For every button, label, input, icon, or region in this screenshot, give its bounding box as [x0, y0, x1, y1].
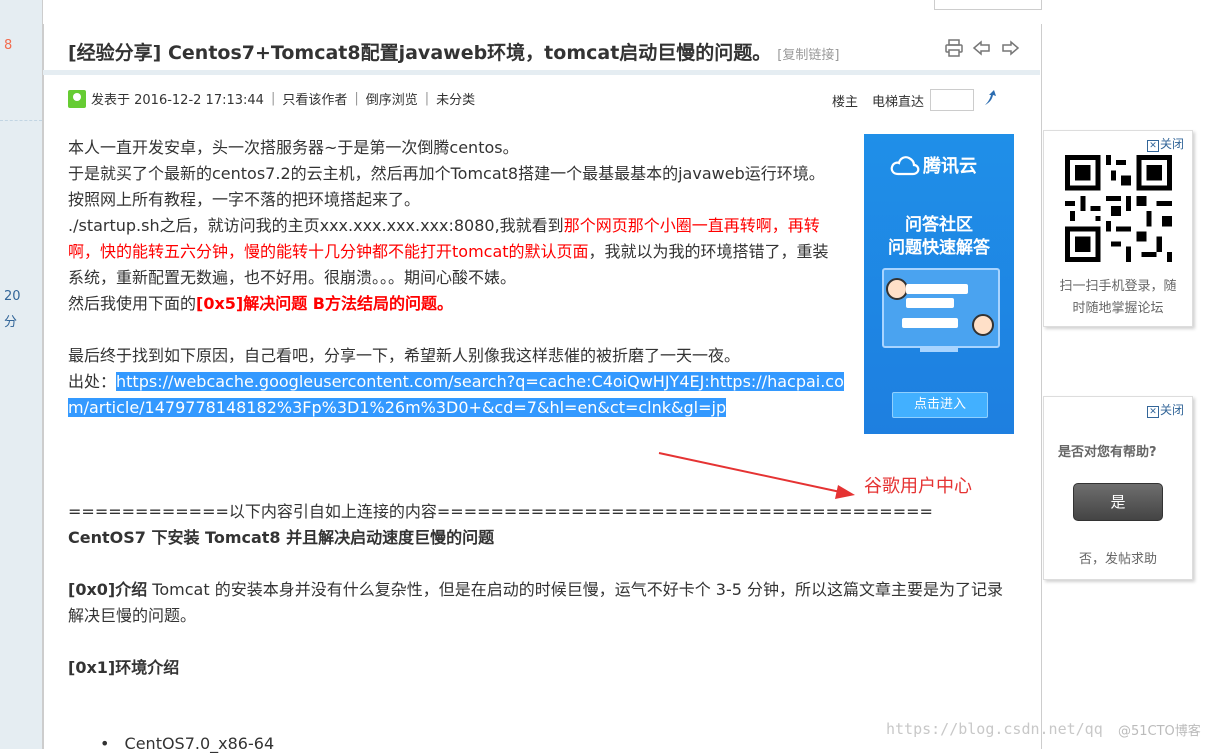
top-box	[934, 0, 1042, 10]
floor-input[interactable]	[930, 89, 975, 111]
annotation-label: 谷歌用户中心	[864, 476, 972, 497]
section-label: [0x0]介绍	[68, 580, 148, 599]
ad-brand: 腾讯云	[923, 156, 977, 177]
source-label: 出处：	[68, 372, 117, 391]
watermark-url: https://blog.csdn.net/qq	[886, 720, 1103, 738]
copy-link[interactable]: [复制链接]	[777, 48, 839, 63]
ad-enter-button[interactable]: 点击进入	[892, 392, 988, 418]
body-paragraph: 最后终于找到如下原因，自己看吧，分享一下，希望新人别像我这样悲催的被折磨了一天一…	[68, 346, 741, 365]
online-status-icon	[68, 89, 86, 108]
post-meta: 发表于 2016-12-2 17:13:44 | 只看该作者 | 倒序浏览 | …	[68, 89, 475, 108]
close-helpful-button[interactable]: ✕ 关闭	[1146, 401, 1184, 418]
only-author-link[interactable]: 只看该作者	[282, 89, 347, 108]
body-text: ./startup.sh之后，就访问我的主页xxx.xxx.xxx.xxx:80…	[68, 216, 564, 235]
close-icon: ✕	[1146, 140, 1159, 152]
separator: |	[270, 91, 276, 106]
title-divider	[43, 70, 1040, 75]
person-icon	[886, 278, 908, 300]
qr-caption: 扫一扫手机登录，随 时随地掌握论坛	[1059, 279, 1177, 316]
close-qr-button[interactable]: ✕ 关闭	[1146, 135, 1184, 152]
print-icon[interactable]	[944, 38, 964, 58]
body-paragraph: 按照网上所有教程，一字不落的把环境搭起来了。	[68, 190, 421, 209]
body-paragraph: ./startup.sh之后，就访问我的主页xxx.xxx.xxx.xxx:80…	[68, 213, 843, 291]
quote-divider: ============以下内容引自如上连接的内容===============…	[68, 502, 933, 521]
qr-login-panel: ✕ 关闭 扫一扫手机登录，随 时随地掌握论坛	[1043, 130, 1193, 327]
separator: |	[354, 91, 359, 106]
list-item: CentOS7.0_x86-64	[124, 734, 275, 753]
env-list: • CentOS7.0_x86-64	[100, 734, 274, 753]
ad-logo: 腾讯云	[890, 152, 977, 178]
helpful-question: 是否对您有帮助?	[1058, 445, 1157, 460]
list-bullet: •	[100, 734, 110, 753]
floor-owner-label: 楼主	[832, 94, 859, 110]
body-text: 然后我使用下面的	[68, 294, 197, 313]
body-paragraph: [0x0]介绍 Tomcat 的安装本身并没有什么复杂性，但是在启动的时候巨慢，…	[68, 577, 1013, 629]
prev-thread-icon[interactable]	[972, 38, 992, 58]
post-title-row: [经验分享] Centos7+Tomcat8配置javaweb环境，tomcat…	[68, 38, 839, 65]
ad-subheadline: 问题快速解答	[888, 238, 990, 258]
body-text: Tomcat 的安装本身并没有什么复杂性，但是在启动的时候巨慢，运气不好卡个 3…	[68, 580, 1004, 625]
helpful-panel: ✕ 关闭 是否对您有帮助? 是 否，发帖求助	[1043, 396, 1193, 580]
left-stat-unit: 分	[4, 315, 18, 330]
separator: |	[424, 91, 430, 106]
post-body: 本人一直开发安卓，头一次搭服务器~于是第一次倒腾centos。 于是就买了个最新…	[68, 135, 858, 421]
floor-navigation: 楼主 电梯直达	[832, 89, 1000, 111]
reverse-order-link[interactable]: 倒序浏览	[366, 89, 418, 108]
left-count: 8	[4, 38, 13, 53]
cloud-icon	[890, 156, 920, 176]
left-stat: 20	[4, 289, 21, 304]
ad-banner[interactable]: 腾讯云 问答社区 问题快速解答 点击进入	[864, 134, 1014, 434]
section-heading: [0x1]环境介绍	[68, 658, 180, 677]
category-link[interactable]: 未分类	[436, 89, 475, 108]
watermark-brand: @51CTO博客	[1118, 724, 1201, 739]
person-icon	[972, 314, 994, 336]
title-actions	[944, 38, 1020, 58]
post-title: [经验分享] Centos7+Tomcat8配置javaweb环境，tomcat…	[68, 42, 772, 64]
highlight-text: [0x5]解决问题 B方法结局的问题。	[196, 294, 453, 313]
body-paragraph: 本人一直开发安卓，头一次搭服务器~于是第一次倒腾centos。	[68, 138, 519, 157]
elevator-label: 电梯直达	[872, 94, 925, 110]
yes-button[interactable]: 是	[1073, 483, 1163, 521]
source-paragraph: 出处：https://webcache.googleusercontent.co…	[68, 369, 858, 421]
qr-code-icon	[1065, 155, 1172, 262]
next-thread-icon[interactable]	[1000, 38, 1020, 58]
body-paragraph: 于是就买了个最新的centos7.2的云主机，然后再加个Tomcat8搭建一个最…	[68, 164, 825, 183]
annotation-arrow	[658, 452, 855, 499]
ask-question-link[interactable]: 否，发帖求助	[1044, 548, 1192, 567]
divider	[0, 120, 42, 121]
close-icon: ✕	[1146, 406, 1159, 418]
ad-headline: 问答社区	[905, 215, 973, 235]
section-heading: CentOS7 下安装 Tomcat8 并且解决启动速度巨慢的问题	[68, 528, 495, 547]
body-paragraph: 然后我使用下面的[0x5]解决问题 B方法结局的问题。	[68, 291, 858, 317]
jump-icon[interactable]	[982, 89, 1000, 111]
ad-illustration	[882, 268, 1000, 348]
post-date: 发表于 2016-12-2 17:13:44	[91, 93, 264, 108]
left-column: 8 20 分	[0, 0, 43, 749]
post-body-continued: ============以下内容引自如上连接的内容===============…	[68, 499, 1013, 681]
source-link[interactable]: https://webcache.googleusercontent.com/s…	[68, 372, 844, 417]
